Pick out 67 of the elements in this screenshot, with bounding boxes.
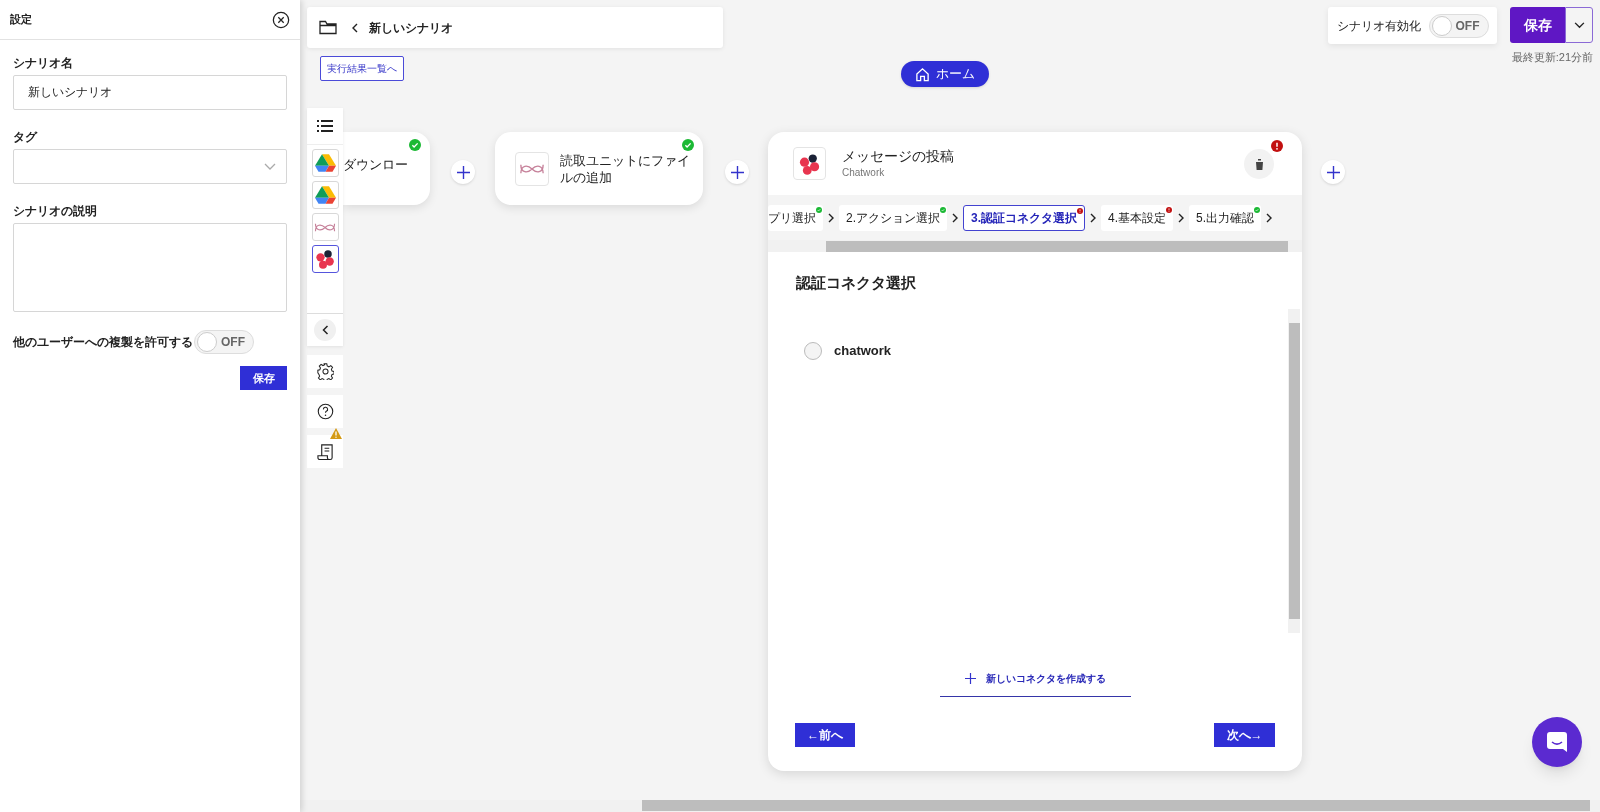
results-link-button[interactable]: 実行結果一覧へ xyxy=(320,56,404,81)
home-icon xyxy=(915,66,930,82)
connector-label: chatwork xyxy=(834,341,892,360)
add-step-button[interactable] xyxy=(1321,160,1345,184)
vertical-scrollbar[interactable] xyxy=(1288,308,1300,633)
toggle-label: 他のユーザーへの複製を許可する xyxy=(13,334,193,351)
field-label: タグ xyxy=(13,129,39,146)
chevron-left-icon xyxy=(321,325,329,335)
step-tab[interactable]: プリ選択 xyxy=(768,204,823,231)
log-button[interactable] xyxy=(307,435,343,468)
chat-button[interactable] xyxy=(1532,717,1582,767)
step-tab[interactable]: 2.アクション選択 xyxy=(839,204,947,231)
chevron-down-icon xyxy=(264,162,276,171)
trash-icon xyxy=(1254,158,1264,170)
chevron-right-icon xyxy=(952,212,958,223)
scenario-title: 新しいシナリオ xyxy=(369,19,453,37)
radio-button[interactable] xyxy=(804,341,822,360)
panel-title: 設定 xyxy=(10,12,32,28)
description-field[interactable] xyxy=(13,223,287,312)
document-icon xyxy=(316,442,334,461)
folder-icon[interactable] xyxy=(319,20,337,35)
copy-toggle[interactable]: OFF xyxy=(194,330,254,354)
add-step-button[interactable] xyxy=(451,160,475,184)
plus-icon xyxy=(730,165,744,179)
flow-node[interactable]: 読取ユニットにファイルの追加 xyxy=(495,132,703,205)
plus-icon xyxy=(1326,165,1340,179)
chevron-right-icon xyxy=(828,212,834,223)
field-label: シナリオ名 xyxy=(13,55,74,72)
section-title: 認証コネクタ選択 xyxy=(796,273,917,293)
flow-node[interactable]: ダウンロー xyxy=(343,132,430,205)
node-title: メッセージの投稿 xyxy=(842,147,954,165)
app-name: Chatwork xyxy=(842,166,886,180)
step-tab[interactable]: 5.出力確認 xyxy=(1189,204,1262,231)
help-button[interactable] xyxy=(307,395,343,428)
node-title: 読取ユニットにファイルの追加 xyxy=(560,151,691,186)
delete-button[interactable] xyxy=(1244,149,1274,179)
node-title: ダウンロー xyxy=(343,157,408,172)
add-step-button[interactable] xyxy=(725,160,749,184)
back-icon[interactable] xyxy=(351,22,359,33)
list-icon[interactable] xyxy=(317,120,333,132)
plus-icon xyxy=(964,672,976,684)
last-updated: 最終更新:21分前 xyxy=(1511,50,1593,65)
save-button[interactable]: 保存 xyxy=(240,366,287,390)
settings-button[interactable] xyxy=(307,355,343,388)
previous-button[interactable]: ←前へ xyxy=(795,722,855,747)
chevron-right-icon xyxy=(1090,212,1097,223)
plus-icon xyxy=(456,165,470,179)
chevron-right-icon xyxy=(1266,212,1273,223)
step-tab[interactable]: 3.認証コネクタ選択 xyxy=(963,204,1086,231)
save-button[interactable]: 保存 xyxy=(1510,7,1565,43)
help-icon xyxy=(316,403,334,420)
toggle-label: シナリオ有効化 xyxy=(1336,17,1421,35)
save-menu-button[interactable] xyxy=(1565,7,1593,43)
new-connector-link[interactable]: 新しいコネクタを作成する xyxy=(939,662,1131,697)
horizontal-scrollbar[interactable] xyxy=(768,240,1302,252)
settings-icon xyxy=(316,363,334,380)
field-label: シナリオの説明 xyxy=(13,203,98,220)
next-button[interactable]: 次へ→ xyxy=(1214,722,1275,747)
name-field[interactable]: 新しいシナリオ xyxy=(13,75,287,110)
step-tab[interactable]: 4.基本設定 xyxy=(1101,204,1174,231)
home-button[interactable]: ホーム xyxy=(901,61,989,87)
close-icon[interactable] xyxy=(272,10,290,29)
chevron-right-icon xyxy=(1178,212,1185,223)
chat-icon xyxy=(1546,731,1568,753)
collapse-button[interactable] xyxy=(314,319,336,341)
chevron-down-icon xyxy=(1573,21,1585,29)
enable-toggle[interactable]: OFF xyxy=(1428,13,1489,38)
